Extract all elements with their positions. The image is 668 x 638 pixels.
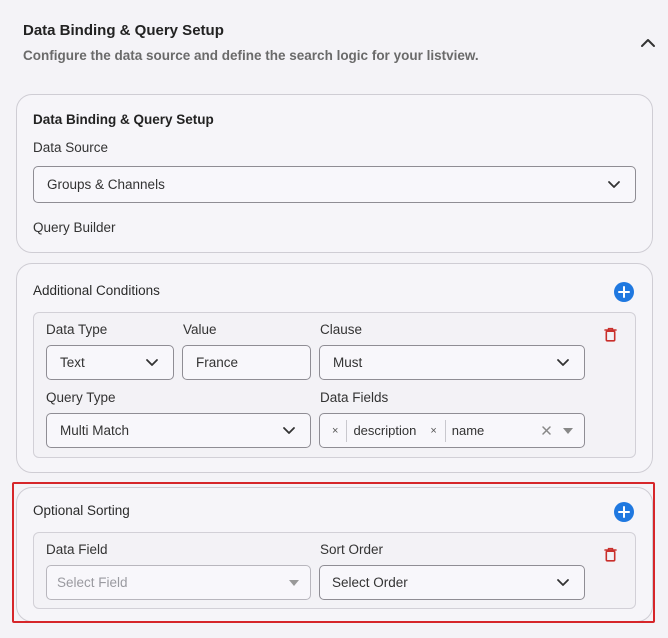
data-field-select[interactable]: Select Field — [46, 565, 311, 600]
chip-label: description — [353, 423, 417, 438]
caret-down-icon — [563, 428, 573, 434]
chevron-down-icon — [608, 180, 620, 188]
data-source-label: Data Source — [33, 140, 109, 155]
data-type-label: Data Type — [46, 322, 108, 337]
clause-value: Must — [333, 355, 363, 370]
chip-label: name — [451, 423, 485, 438]
data-fields-multiselect[interactable]: × description × name — [319, 413, 585, 448]
sort-order-label: Sort Order — [320, 542, 384, 557]
data-fields-label: Data Fields — [320, 390, 389, 405]
plus-icon — [618, 286, 630, 298]
chip-description: × description — [332, 419, 430, 442]
chip-divider — [444, 419, 446, 442]
caret-down-icon — [289, 580, 299, 586]
section-title: Data Binding & Query Setup — [23, 22, 224, 39]
clause-label: Clause — [320, 322, 363, 337]
add-sort-button[interactable] — [614, 502, 634, 522]
clear-icon[interactable] — [541, 425, 552, 436]
chip-name: × name — [430, 419, 498, 442]
trash-icon[interactable] — [604, 327, 617, 342]
chevron-down-icon — [146, 358, 158, 366]
conditions-title: Additional Conditions — [33, 283, 160, 298]
clause-select[interactable]: Must — [319, 345, 585, 380]
section-subtitle: Configure the data source and define the… — [23, 48, 479, 63]
query-type-label: Query Type — [46, 390, 116, 405]
chevron-down-icon — [557, 578, 569, 586]
sorting-title: Optional Sorting — [33, 503, 130, 518]
value-label: Value — [183, 322, 217, 337]
value-input[interactable]: France — [182, 345, 311, 380]
sort-order-select[interactable]: Select Order — [319, 565, 585, 600]
sort-order-value: Select Order — [332, 575, 408, 590]
binding-card-title: Data Binding & Query Setup — [33, 112, 214, 127]
value-input-value: France — [196, 355, 239, 370]
query-type-select[interactable]: Multi Match — [46, 413, 311, 448]
chevron-down-icon — [283, 426, 295, 434]
data-field-label: Data Field — [46, 542, 108, 557]
add-condition-button[interactable] — [614, 282, 634, 302]
chevron-up-icon[interactable] — [639, 36, 657, 50]
query-type-value: Multi Match — [60, 423, 130, 438]
data-field-placeholder: Select Field — [57, 575, 128, 590]
plus-icon — [618, 506, 630, 518]
trash-icon[interactable] — [604, 547, 617, 562]
chevron-down-icon — [557, 358, 569, 366]
data-type-select[interactable]: Text — [46, 345, 174, 380]
chip-remove-icon[interactable]: × — [332, 425, 338, 437]
chip-divider — [346, 419, 348, 442]
chip-remove-icon[interactable]: × — [430, 425, 436, 437]
data-source-value: Groups & Channels — [47, 177, 165, 192]
data-source-select[interactable]: Groups & Channels — [33, 166, 636, 203]
query-builder-label: Query Builder — [33, 220, 116, 235]
